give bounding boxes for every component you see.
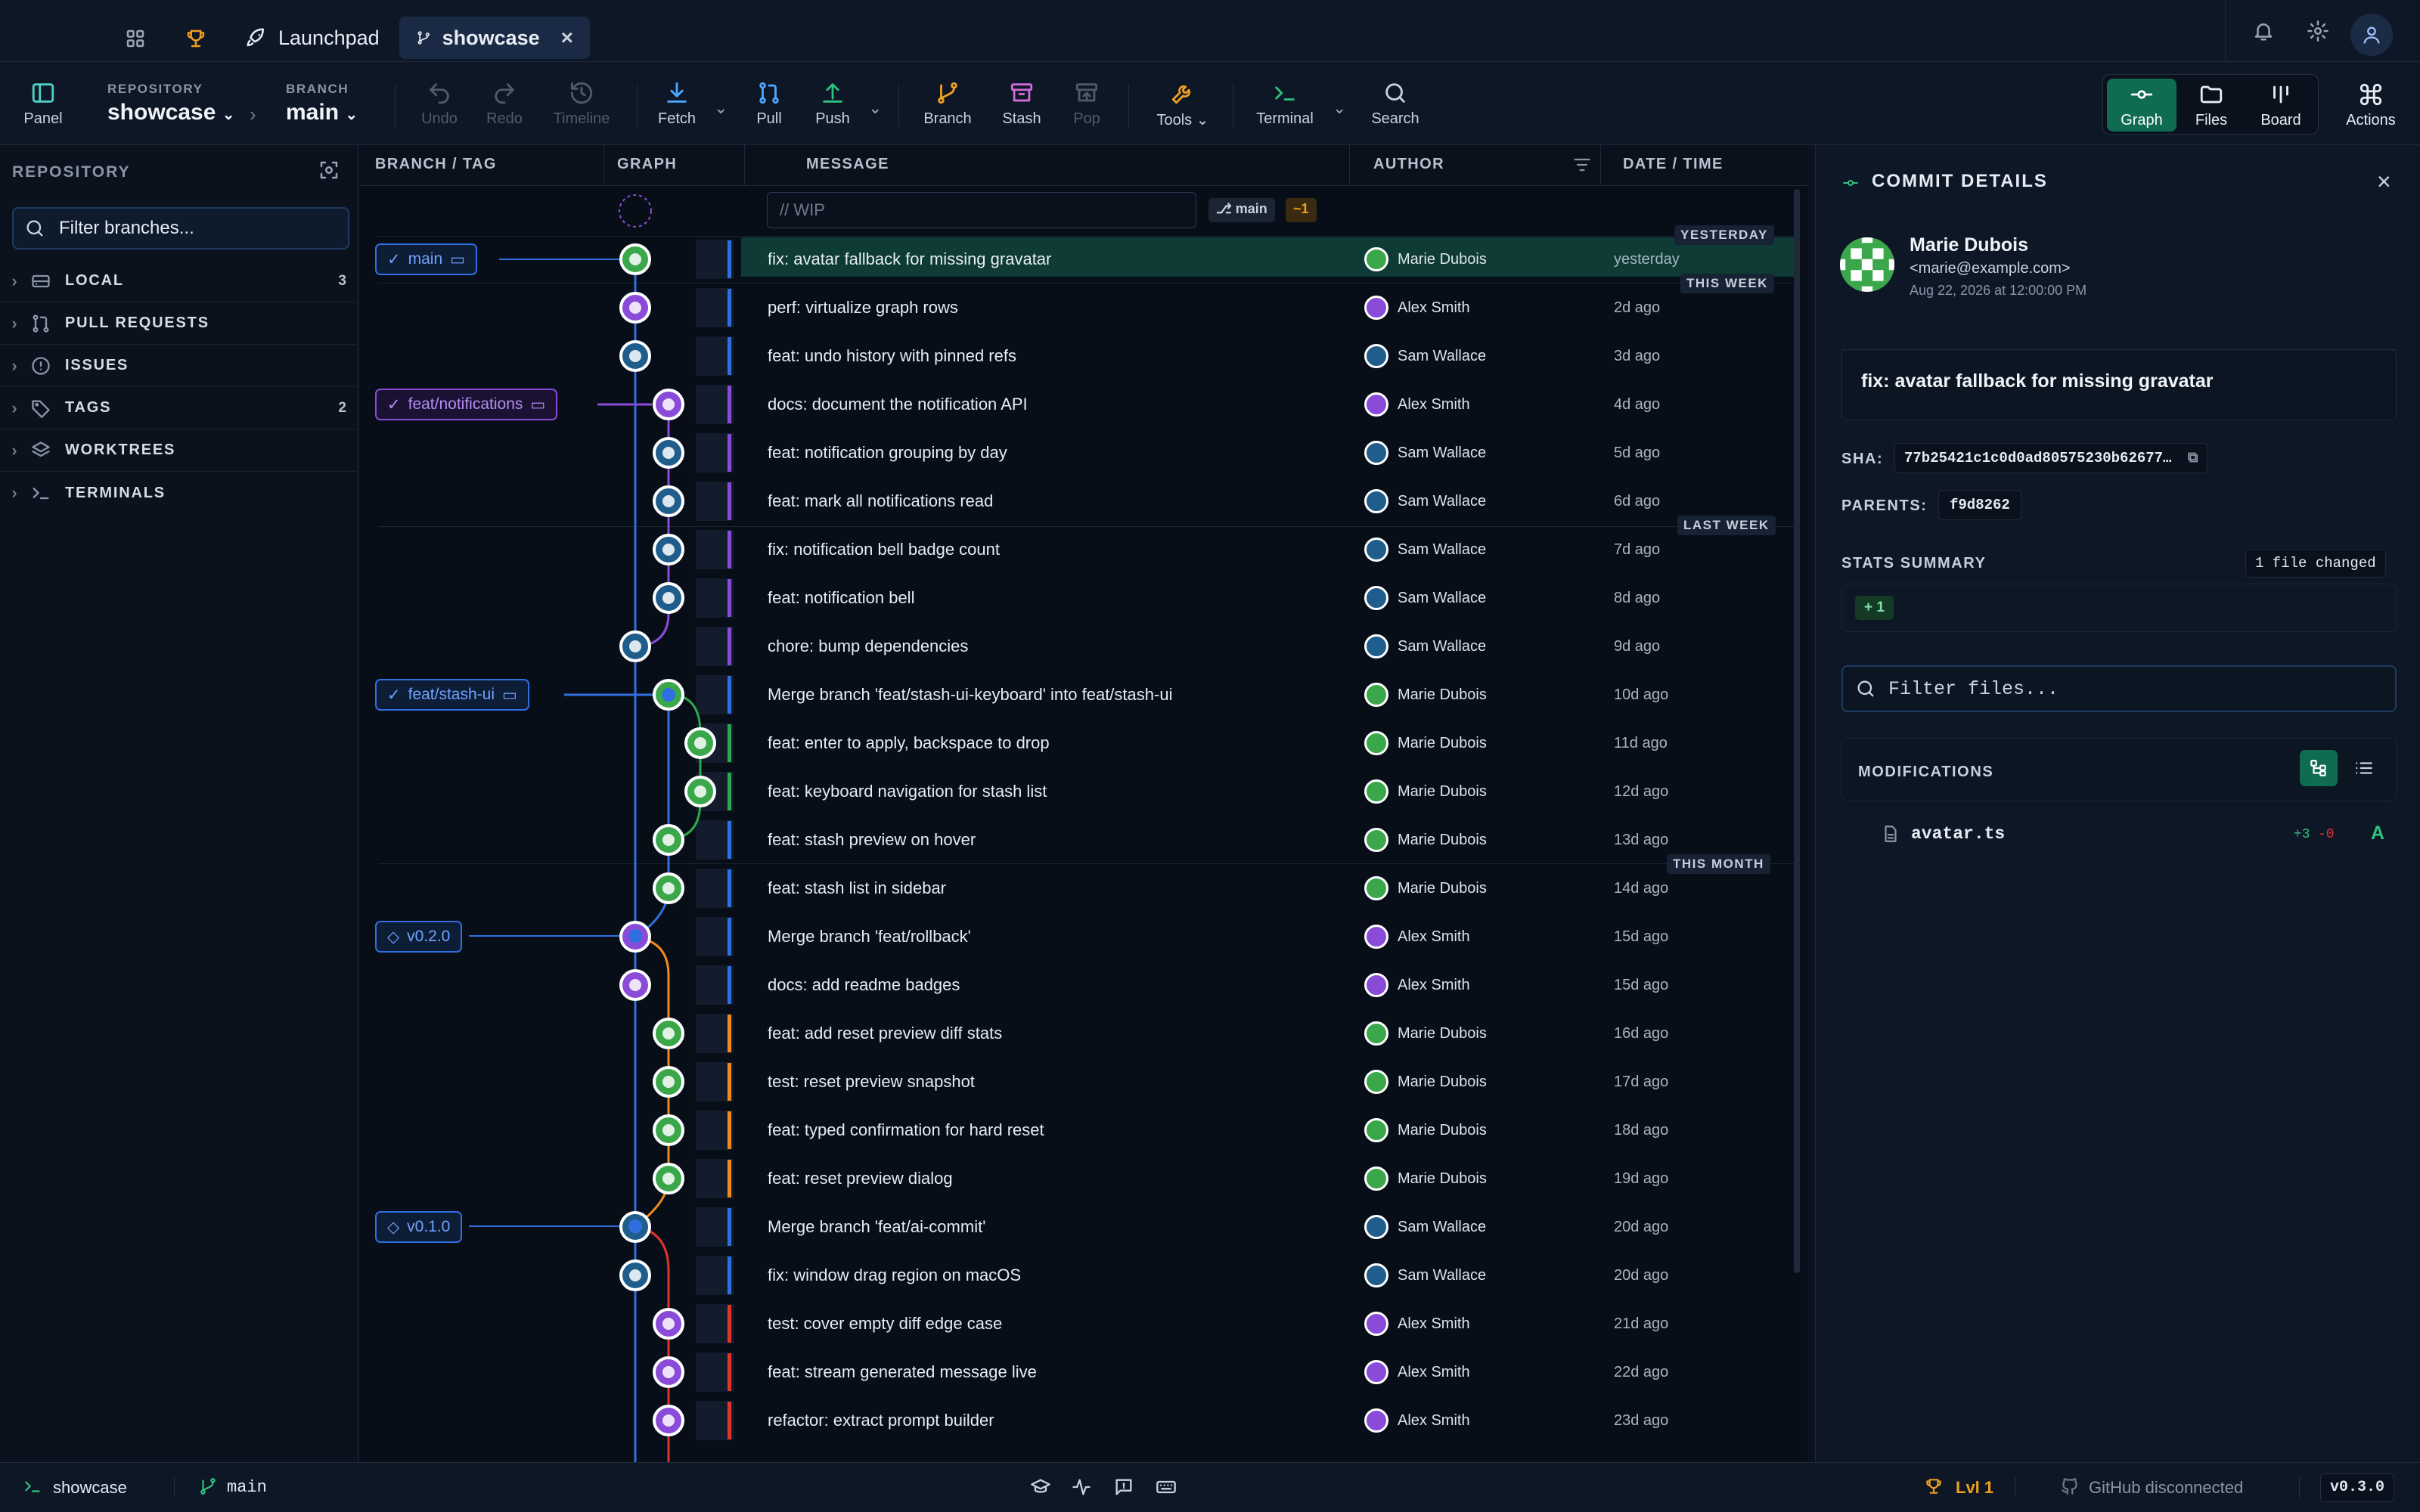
- message-icon[interactable]: [1113, 1476, 1134, 1498]
- commit-node[interactable]: [653, 534, 684, 565]
- author-email: <marie@example.com>: [1910, 260, 2071, 277]
- keyboard-icon[interactable]: [1156, 1476, 1177, 1498]
- merge-dot: [662, 688, 675, 702]
- divider: [174, 1476, 175, 1498]
- search-icon: [1857, 680, 1874, 697]
- commit-node[interactable]: [653, 1308, 684, 1340]
- parents-label: PARENTS:: [1841, 497, 1928, 514]
- commit-message: fix: avatar fallback for missing gravata…: [1861, 370, 2214, 392]
- sha-label: SHA:: [1841, 451, 1884, 467]
- commit-icon: [1841, 174, 1860, 192]
- tag-ref-v0-2-0[interactable]: ◇ v0.2.0: [375, 921, 463, 953]
- files-changed-badge: 1 file changed: [2245, 549, 2386, 578]
- github-status[interactable]: GitHub disconnected: [2089, 1478, 2243, 1498]
- tag-icon: ◇: [387, 928, 400, 946]
- status-branch[interactable]: main: [227, 1478, 267, 1497]
- copy-icon[interactable]: ⧉: [2188, 450, 2198, 466]
- tag-icon: ◇: [387, 1218, 400, 1236]
- laptop-icon: ▭: [502, 686, 517, 704]
- github-icon: [2060, 1476, 2080, 1496]
- commit-node[interactable]: [653, 1356, 684, 1388]
- branch-ref-feat-stash-ui[interactable]: ✓ feat/stash-ui ▭: [375, 679, 529, 711]
- commit-node[interactable]: [653, 1018, 684, 1049]
- commit-node[interactable]: [653, 437, 684, 469]
- terminal-icon: [23, 1476, 42, 1496]
- parent-sha-link[interactable]: f9d8262: [1938, 490, 2021, 520]
- laptop-icon: ▭: [450, 250, 465, 268]
- commit-node[interactable]: [684, 776, 716, 807]
- file-filter-input[interactable]: Filter files...: [1841, 665, 2397, 712]
- status-bar: showcase main Lvl 1 GitHub disconnected …: [0, 1462, 2420, 1512]
- commit-node[interactable]: [619, 1259, 651, 1291]
- merge-dot: [628, 929, 642, 943]
- tree-view-button[interactable]: [2300, 750, 2338, 786]
- branch-ref-main[interactable]: ✓ main ▭: [375, 243, 477, 275]
- commit-node[interactable]: [619, 340, 651, 372]
- stats-bar: [1841, 584, 2397, 632]
- commit-node[interactable]: [653, 872, 684, 904]
- commit-node[interactable]: [653, 824, 684, 856]
- branch-ref-feat-notifications[interactable]: ✓ feat/notifications ▭: [375, 389, 558, 420]
- file-name[interactable]: avatar.ts: [1911, 824, 2005, 844]
- branch-icon: [198, 1476, 218, 1496]
- commit-node[interactable]: [653, 1405, 684, 1436]
- tag-ref-v0-1-0[interactable]: ◇ v0.1.0: [375, 1211, 463, 1243]
- file-status-badge: A: [2371, 823, 2385, 844]
- author-avatar: [1840, 237, 1894, 292]
- sha-value[interactable]: 77b25421c1c0d0ad80575230b62677… ⧉: [1894, 443, 2208, 473]
- commit-node[interactable]: [653, 1114, 684, 1146]
- commit-node[interactable]: [684, 727, 716, 759]
- commit-node[interactable]: [653, 485, 684, 517]
- graduation-cap-icon[interactable]: [1030, 1476, 1051, 1498]
- author-name: Marie Dubois: [1910, 234, 2028, 256]
- details-title: COMMIT DETAILS: [1872, 171, 2048, 191]
- merge-dot: [628, 1219, 642, 1233]
- file-icon: [1881, 824, 1900, 844]
- laptop-icon: ▭: [530, 395, 546, 414]
- file-additions: +3: [2294, 827, 2310, 842]
- commit-node[interactable]: [619, 243, 651, 275]
- status-repo[interactable]: showcase: [53, 1478, 127, 1498]
- file-filter-placeholder: Filter files...: [1888, 677, 2059, 700]
- commit-date: Aug 22, 2026 at 12:00:00 PM: [1910, 283, 2087, 298]
- commit-node[interactable]: [619, 631, 651, 662]
- commit-node[interactable]: [653, 1163, 684, 1194]
- list-icon: [2356, 762, 2372, 774]
- commit-node[interactable]: [619, 292, 651, 324]
- tree-icon: [2310, 760, 2326, 776]
- commit-node[interactable]: [653, 389, 684, 420]
- commit-node[interactable]: [619, 969, 651, 1001]
- commit-node[interactable]: [653, 582, 684, 614]
- file-deletions: -0: [2318, 827, 2335, 842]
- commit-node[interactable]: [653, 1066, 684, 1098]
- trophy-icon: [1924, 1476, 1944, 1496]
- version-badge: v0.3.0: [2320, 1473, 2395, 1502]
- close-icon[interactable]: ×: [2377, 168, 2391, 196]
- modifications-label: MODIFICATIONS: [1858, 764, 1994, 780]
- stats-label: STATS SUMMARY: [1841, 555, 1987, 572]
- divider: [2299, 1476, 2300, 1498]
- status-level[interactable]: Lvl 1: [1956, 1478, 1993, 1498]
- additions-badge: + 1: [1855, 596, 1894, 620]
- list-view-button[interactable]: [2345, 750, 2383, 786]
- scrollbar[interactable]: [1794, 189, 1800, 1273]
- activity-icon[interactable]: [1071, 1476, 1092, 1498]
- commit-details-panel: COMMIT DETAILS × Marie Dubois <marie@exa…: [1815, 145, 2420, 1462]
